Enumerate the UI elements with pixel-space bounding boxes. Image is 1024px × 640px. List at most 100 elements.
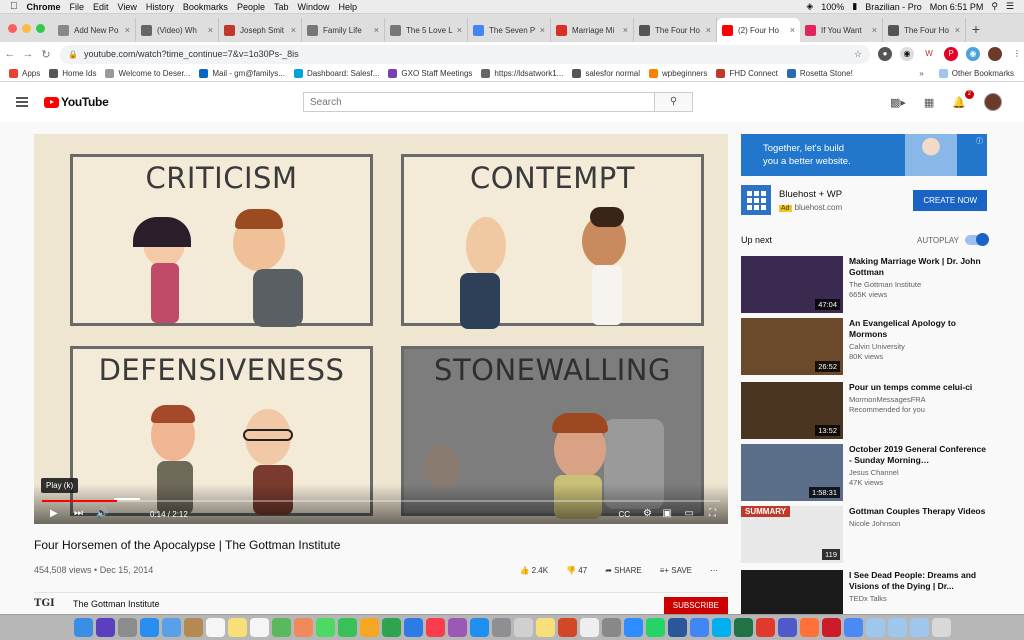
video-channel[interactable]: Nicole Johnson bbox=[849, 519, 987, 528]
word-icon[interactable] bbox=[667, 618, 687, 637]
channel-logo[interactable]: TGI bbox=[34, 598, 56, 609]
create-now-button[interactable]: CREATE NOW bbox=[913, 189, 987, 211]
music-icon[interactable] bbox=[425, 618, 445, 637]
reminders-icon[interactable] bbox=[249, 618, 269, 637]
forward-button[interactable]: → bbox=[20, 48, 36, 60]
video-thumbnail[interactable] bbox=[741, 570, 843, 614]
video-player[interactable]: CRITICISM CONTEMPT DEFENSIVENESS STONEWA… bbox=[34, 134, 728, 524]
podcasts-icon[interactable] bbox=[447, 618, 467, 637]
video-thumbnail[interactable]: SUMMARY 119 bbox=[741, 506, 843, 563]
dislike-button[interactable]: 👎 47 bbox=[566, 566, 587, 575]
close-tab-icon[interactable]: × bbox=[955, 25, 960, 35]
tab[interactable]: Family Life × bbox=[302, 18, 385, 42]
textedit-icon[interactable] bbox=[579, 618, 599, 637]
profile-avatar[interactable] bbox=[988, 47, 1002, 61]
settings-gear-icon[interactable]: ⚙ bbox=[643, 508, 652, 519]
input-language[interactable]: Brazilian - Pro bbox=[865, 2, 922, 12]
skype-icon[interactable] bbox=[711, 618, 731, 637]
video-thumbnail[interactable]: 26:52 bbox=[741, 318, 843, 375]
channel-name[interactable]: The Gottman Institute bbox=[73, 599, 160, 609]
video-thumbnail[interactable]: 47:04 bbox=[741, 256, 843, 313]
bookmark-item[interactable]: Home Ids bbox=[49, 69, 96, 78]
menu-file[interactable]: File bbox=[70, 2, 85, 12]
bookmarks-overflow-icon[interactable]: » bbox=[919, 69, 923, 78]
account-avatar[interactable] bbox=[984, 93, 1002, 111]
video-title[interactable]: An Evangelical Apology to Mormons bbox=[849, 318, 987, 340]
reload-button[interactable]: ↻ bbox=[38, 48, 54, 61]
safari-icon[interactable] bbox=[139, 618, 159, 637]
menu-history[interactable]: History bbox=[146, 2, 174, 12]
pinterest-icon[interactable]: P bbox=[944, 47, 958, 61]
extension-icon[interactable]: W bbox=[922, 47, 936, 61]
bookmark-star-icon[interactable]: ☆ bbox=[854, 49, 862, 60]
teams-icon[interactable] bbox=[777, 618, 797, 637]
menu-people[interactable]: People bbox=[237, 2, 265, 12]
back-button[interactable]: ← bbox=[2, 48, 18, 60]
bookmark-item[interactable]: Dashboard: Salesf... bbox=[293, 69, 379, 78]
tab[interactable]: If You Want × bbox=[800, 18, 883, 42]
tab[interactable]: Add New Po × bbox=[53, 18, 136, 42]
video-thumbnail[interactable]: 13:52 bbox=[741, 382, 843, 439]
volume-icon[interactable]: 🔊 bbox=[96, 508, 108, 519]
video-channel[interactable]: Calvin University bbox=[849, 342, 987, 351]
menu-help[interactable]: Help bbox=[339, 2, 358, 12]
ad-info-icon[interactable]: ⓘ bbox=[976, 136, 983, 146]
search-input[interactable] bbox=[303, 92, 655, 112]
recommended-video[interactable]: 26:52 An Evangelical Apology to Mormons Ca… bbox=[741, 318, 987, 376]
contacts-icon[interactable] bbox=[183, 618, 203, 637]
close-tab-icon[interactable]: × bbox=[790, 25, 795, 35]
subscribe-button[interactable]: SUBSCRIBE bbox=[663, 597, 728, 614]
captions-icon[interactable]: CC bbox=[618, 510, 630, 519]
bookmark-item[interactable]: Welcome to Deser... bbox=[105, 69, 190, 78]
hamburger-menu-icon[interactable] bbox=[16, 95, 28, 110]
notifications-bell-icon[interactable]: 🔔 2 bbox=[952, 89, 974, 109]
acrobat-icon[interactable] bbox=[755, 618, 775, 637]
keynote-icon[interactable] bbox=[403, 618, 423, 637]
bookmark-item[interactable]: Apps bbox=[9, 69, 40, 78]
script-icon[interactable] bbox=[601, 618, 621, 637]
battery-label[interactable]: 100% bbox=[821, 2, 844, 12]
close-tab-icon[interactable]: × bbox=[623, 25, 628, 35]
wifi-icon[interactable]: ◈ bbox=[806, 1, 813, 12]
close-tab-icon[interactable]: × bbox=[457, 25, 462, 35]
play-icon[interactable]: ▶ bbox=[50, 508, 58, 519]
progress-bar[interactable] bbox=[42, 500, 720, 502]
next-icon[interactable]: ⏭ bbox=[74, 508, 83, 519]
menu-tab[interactable]: Tab bbox=[274, 2, 289, 12]
recommended-video[interactable]: 47:04 Making Marriage Work | Dr. John Got… bbox=[741, 256, 987, 314]
recommended-video[interactable]: 1:58:31 October 2019 General Conference -… bbox=[741, 444, 987, 502]
video-title[interactable]: Making Marriage Work | Dr. John Gottman bbox=[849, 256, 987, 278]
close-tab-icon[interactable]: × bbox=[291, 25, 296, 35]
new-tab-button[interactable]: + bbox=[966, 21, 986, 37]
search-icon[interactable]: ⚲ bbox=[991, 1, 998, 12]
video-channel[interactable]: MormonMessagesFRA bbox=[849, 395, 987, 404]
bookmark-item[interactable]: salesfor normal bbox=[572, 69, 640, 78]
menu-window[interactable]: Window bbox=[297, 2, 329, 12]
search-button[interactable]: ⚲ bbox=[655, 92, 693, 112]
excel-icon[interactable] bbox=[733, 618, 753, 637]
address-bar[interactable]: 🔒 youtube.com/watch?time_continue=7&v=1o… bbox=[60, 44, 870, 64]
recommended-video[interactable]: SUMMARY 119 Gottman Couples Therapy Videos… bbox=[741, 506, 987, 564]
recommended-video[interactable]: I See Dead People: Dreams and Visions of… bbox=[741, 570, 987, 614]
extension-icon[interactable]: ● bbox=[878, 47, 892, 61]
tab[interactable]: The Four Ho × bbox=[883, 18, 966, 42]
folder-icon[interactable] bbox=[909, 618, 929, 637]
launchpad-icon[interactable] bbox=[117, 618, 137, 637]
settings-icon[interactable] bbox=[491, 618, 511, 637]
numbers-icon[interactable] bbox=[381, 618, 401, 637]
minimize-window-button[interactable] bbox=[22, 24, 31, 33]
recommended-video[interactable]: 13:52 Pour un temps comme celui-ci MormonM… bbox=[741, 382, 987, 440]
theater-mode-icon[interactable]: ▭ bbox=[685, 508, 694, 519]
create-video-icon[interactable]: ▩▸ bbox=[890, 96, 906, 109]
chrome-menu-icon[interactable]: ⋮ bbox=[1010, 47, 1024, 61]
youtube-logo[interactable]: YouTube bbox=[44, 95, 109, 109]
bookmark-item[interactable]: Rosetta Stone! bbox=[786, 69, 853, 78]
video-title[interactable]: Gottman Couples Therapy Videos bbox=[849, 506, 987, 517]
video-channel[interactable]: Jesus Channel bbox=[849, 468, 987, 477]
close-tab-icon[interactable]: × bbox=[540, 25, 545, 35]
pages-icon[interactable] bbox=[359, 618, 379, 637]
zoom-icon[interactable] bbox=[623, 618, 643, 637]
stickies-icon[interactable] bbox=[535, 618, 555, 637]
tab[interactable]: (Video) Wh × bbox=[136, 18, 219, 42]
folder-icon[interactable] bbox=[887, 618, 907, 637]
